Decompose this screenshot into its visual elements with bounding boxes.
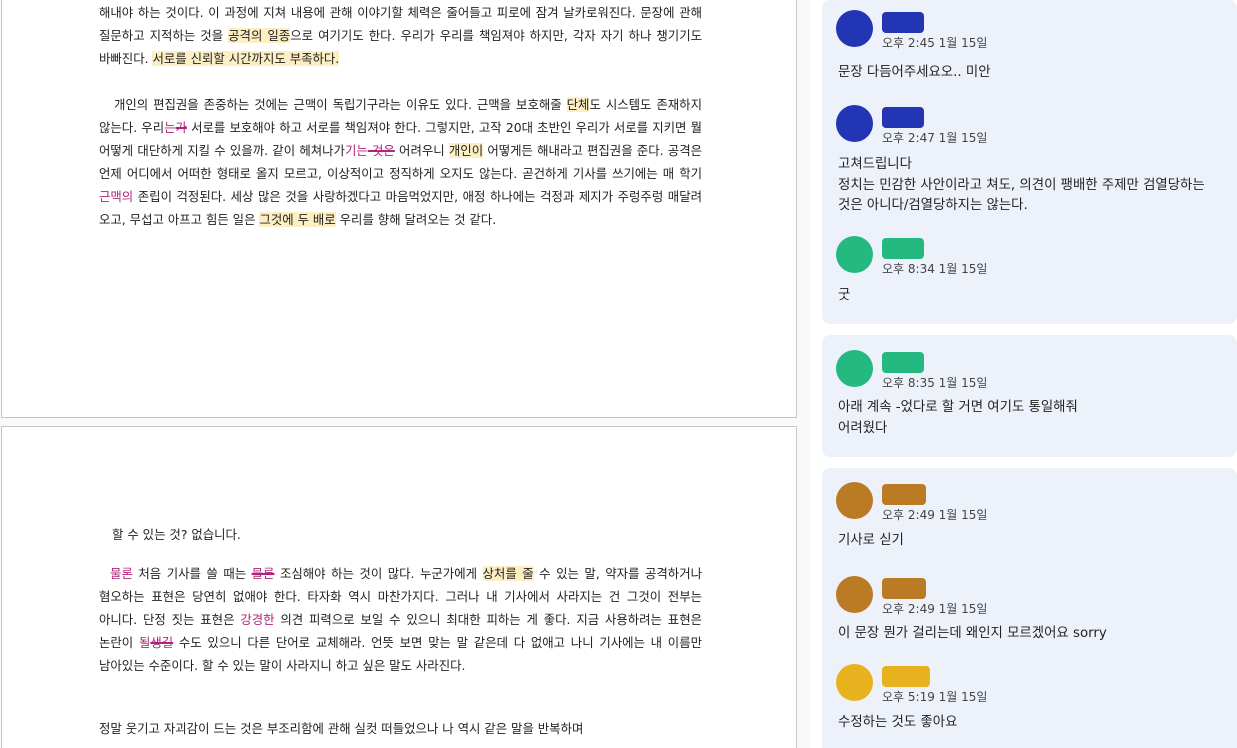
suggested-insertion[interactable]: 근맥의 — [99, 189, 133, 204]
commented-text[interactable]: 공격의 일종 — [228, 28, 291, 43]
comments-panel: 오후 2:45 1월 15일문장 다듬어주세요오.. 미안오후 2:47 1월 … — [810, 0, 1237, 748]
comment-timestamp: 오후 2:49 1월 15일 — [882, 508, 988, 522]
comment-thread[interactable]: 오후 2:49 1월 15일 기사로 싣기 오후 2:49 1월 15일 이 문장 뭔… — [822, 468, 1237, 748]
author-name-redacted — [882, 484, 926, 505]
suggested-insertion[interactable]: 기는 — [345, 143, 368, 158]
author-name-redacted — [882, 107, 924, 128]
docs-window: 해내야 하는 것이다. 이 과정에 지쳐 내용에 관해 이야기할 체력은 줄어들… — [0, 0, 1237, 748]
suggested-deletion[interactable]: 것은 — [368, 143, 395, 158]
comment-thread[interactable]: 오후 2:45 1월 15일문장 다듬어주세요오.. 미안오후 2:47 1월 … — [822, 0, 1237, 324]
suggested-insertion[interactable]: 될 — [139, 635, 150, 650]
avatar[interactable] — [836, 105, 873, 142]
text-run: 어려우니 — [394, 143, 449, 158]
avatar[interactable] — [836, 664, 873, 701]
paragraph[interactable]: 물론 처음 기사를 쓸 때는 물론 조심해야 하는 것이 많다. 누군가에게 상… — [99, 562, 702, 677]
document-page[interactable]: 해내야 하는 것이다. 이 과정에 지쳐 내용에 관해 이야기할 체력은 줄어들… — [1, 0, 797, 418]
suggested-insertion[interactable]: 강경한 — [240, 612, 274, 627]
commented-text[interactable]: 단체 — [566, 97, 590, 112]
comment-text: 수정하는 것도 좋아요 — [838, 715, 958, 730]
text-run: 수도 있으니 다른 단어로 교체해라. 언뜻 보면 맞는 말 같은데 다 없애고… — [99, 635, 706, 673]
text-run: 조심해야 하는 것이 많다. 누군가에게 — [274, 566, 483, 581]
paragraph[interactable]: 정말 웃기고 자괴감이 드는 것은 부조리함에 관해 실컷 떠들었으나 나 역시… — [99, 717, 702, 740]
text-run: 우리를 향해 달려오는 것 같다. — [335, 212, 497, 227]
avatar[interactable] — [836, 10, 873, 47]
author-name-redacted — [882, 12, 924, 33]
document-canvas[interactable]: 해내야 하는 것이다. 이 과정에 지쳐 내용에 관해 이야기할 체력은 줄어들… — [0, 0, 810, 748]
paragraph[interactable]: 해내야 하는 것이다. 이 과정에 지쳐 내용에 관해 이야기할 체력은 줄어들… — [99, 1, 702, 70]
comment-text: 문장 다듬어주세요오.. 미안 — [838, 65, 991, 80]
text-run: 처음 기사를 쓸 때는 — [132, 566, 252, 581]
commented-text[interactable]: 개인이 — [448, 143, 484, 158]
suggested-insertion[interactable]: 는 — [164, 120, 175, 135]
comment-text: 굿 — [838, 288, 851, 303]
avatar[interactable] — [836, 482, 873, 519]
suggested-deletion[interactable]: 생길 — [150, 635, 173, 650]
comment-thread[interactable]: 오후 8:35 1월 15일아래 계속 -었다로 할 거면 여기도 통일해줘 어… — [822, 335, 1237, 457]
suggested-deletion[interactable]: 물론 — [252, 566, 275, 581]
avatar[interactable] — [836, 576, 873, 613]
author-name-redacted — [882, 578, 926, 599]
comment-text: 이 문장 뭔가 걸리는데 왜인지 모르겠어요 sorry — [838, 626, 1107, 641]
comment-timestamp: 오후 2:47 1월 15일 — [882, 131, 988, 145]
commented-text[interactable]: 그것에 두 배로 — [259, 212, 336, 227]
comment-text: 아래 계속 -었다로 할 거면 여기도 통일해줘 어려웠다 — [838, 400, 1078, 436]
commented-text[interactable]: 상처를 줄 — [482, 566, 534, 581]
comment-text: 기사로 싣기 — [838, 533, 904, 548]
author-name-redacted — [882, 238, 924, 259]
comment-timestamp: 오후 8:34 1월 15일 — [882, 262, 988, 276]
document-page[interactable]: 할 수 있는 것? 없습니다. 물론 처음 기사를 쓸 때는 물론 조심해야 하… — [1, 426, 797, 748]
avatar[interactable] — [836, 236, 873, 273]
author-name-redacted — [882, 666, 930, 687]
suggested-insertion[interactable]: 물론 — [110, 566, 133, 581]
paragraph[interactable]: 할 수 있는 것? 없습니다. — [112, 523, 715, 546]
avatar[interactable] — [836, 350, 873, 387]
comment-text: 고쳐드립니다 정치는 민감한 사안이라고 쳐도, 의견이 팽배한 주제만 검열당… — [838, 157, 1205, 213]
comment-timestamp: 오후 5:19 1월 15일 — [882, 690, 988, 704]
comment-timestamp: 오후 2:45 1월 15일 — [882, 36, 988, 50]
comment-timestamp: 오후 8:35 1월 15일 — [882, 376, 988, 390]
text-run — [99, 566, 110, 581]
comment-timestamp: 오후 2:49 1월 15일 — [882, 602, 988, 616]
commented-text[interactable]: 서로를 신뢰할 시간까지도 부족하다. — [152, 51, 340, 66]
author-name-redacted — [882, 352, 924, 373]
suggested-deletion[interactable]: 가 — [176, 120, 187, 135]
text-run: 개인의 편집권을 존중하는 것에는 근맥이 독립기구라는 이유도 있다. 근맥을… — [99, 97, 567, 112]
paragraph[interactable]: 개인의 편집권을 존중하는 것에는 근맥이 독립기구라는 이유도 있다. 근맥을… — [99, 93, 702, 231]
